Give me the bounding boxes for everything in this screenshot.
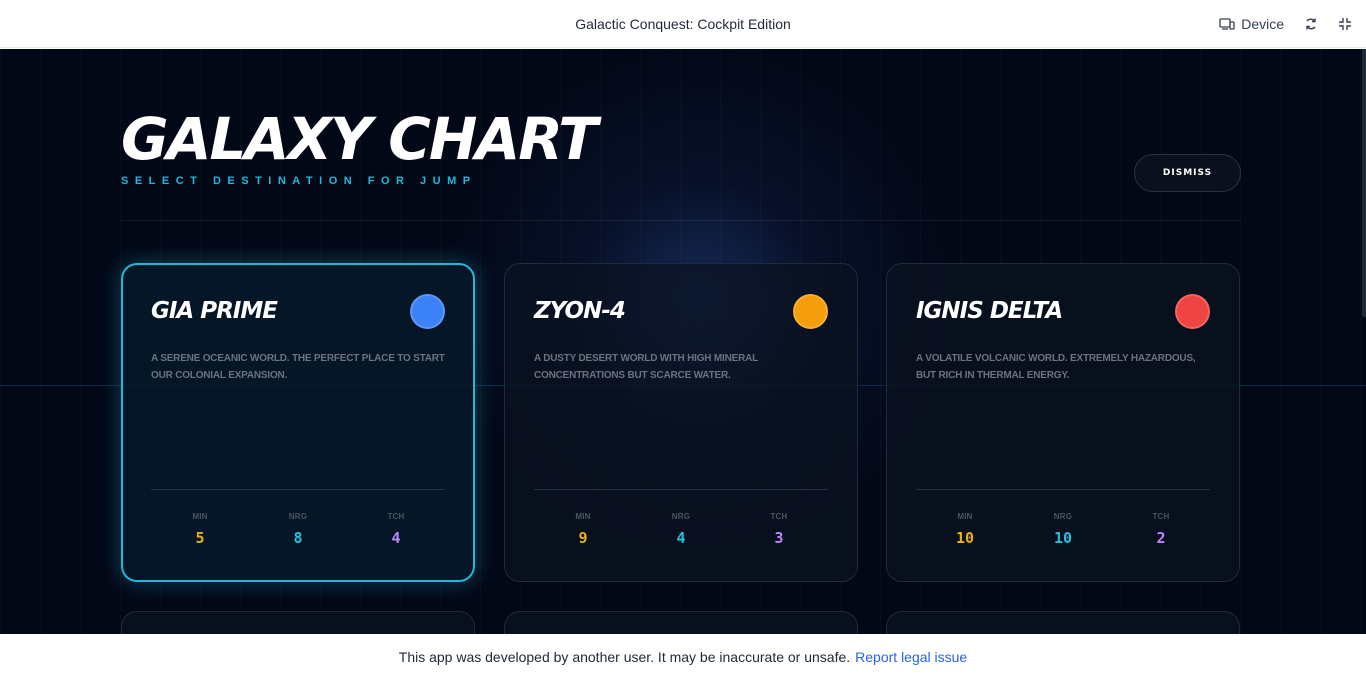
stat-tch-value: 2 <box>1156 529 1166 547</box>
stat-tch-value: 4 <box>391 529 401 547</box>
stat-tch-value: 3 <box>774 529 784 547</box>
planet-card-zyon-4[interactable]: ZYON-4 A DUSTY DESERT WORLD WITH HIGH MI… <box>504 263 858 582</box>
planet-description: A DUSTY DESERT WORLD WITH HIGH MINERAL C… <box>534 353 758 381</box>
stat-min: MIN 5 <box>151 512 249 547</box>
stat-min: MIN 10 <box>916 512 1014 547</box>
planet-orb-icon <box>410 294 445 329</box>
card-divider <box>916 489 1210 490</box>
planet-description: A SERENE OCEANIC WORLD. THE PERFECT PLAC… <box>151 353 445 381</box>
stat-min-value: 5 <box>195 529 205 547</box>
stat-min-value: 9 <box>578 529 588 547</box>
stat-nrg-value: 10 <box>1053 529 1073 547</box>
galaxy-stage: GALAXY CHART SELECT DESTINATION FOR JUMP… <box>0 49 1366 634</box>
planet-stats: MIN 9 NRG 4 TCH 3 <box>534 512 828 547</box>
planet-card-peek[interactable] <box>504 611 858 634</box>
dismiss-button[interactable]: DISMISS <box>1134 154 1241 192</box>
page-title: GALAXY CHART <box>121 105 598 173</box>
stat-tch-label: TCH <box>1152 512 1170 521</box>
scrollbar[interactable] <box>1362 49 1366 317</box>
stat-tch: TCH 2 <box>1112 512 1210 547</box>
stat-min-label: MIN <box>957 512 973 521</box>
app-top-bar: Galactic Conquest: Cockpit Edition Devic… <box>0 0 1366 48</box>
planet-name: IGNIS DELTA <box>916 298 1063 324</box>
card-divider <box>151 489 445 490</box>
app-title: Galactic Conquest: Cockpit Edition <box>575 15 791 32</box>
planet-stats: MIN 10 NRG 10 TCH 2 <box>916 512 1210 547</box>
page-subtitle: SELECT DESTINATION FOR JUMP <box>121 175 477 187</box>
footer-notice-text: This app was developed by another user. … <box>398 648 851 665</box>
galaxy-header: GALAXY CHART SELECT DESTINATION FOR JUMP… <box>121 109 1241 221</box>
planet-name: ZYON-4 <box>534 298 626 324</box>
planet-card-peek[interactable] <box>886 611 1240 634</box>
stat-nrg-label: NRG <box>1053 512 1073 521</box>
stat-nrg-value: 4 <box>676 529 686 547</box>
device-label: Device <box>1241 16 1284 32</box>
device-icon <box>1219 17 1235 31</box>
stat-nrg: NRG 4 <box>632 512 730 547</box>
stat-nrg: NRG 8 <box>249 512 347 547</box>
device-button[interactable]: Device <box>1219 16 1284 32</box>
planet-card-ignis-delta[interactable]: IGNIS DELTA A VOLATILE VOLCANIC WORLD. E… <box>886 263 1240 582</box>
planet-orb-icon <box>793 294 828 329</box>
stat-nrg-label: NRG <box>671 512 691 521</box>
stat-tch-label: TCH <box>387 512 405 521</box>
refresh-icon[interactable] <box>1304 17 1318 31</box>
stat-min-value: 10 <box>955 529 975 547</box>
planet-card-gia-prime[interactable]: GIA PRIME A SERENE OCEANIC WORLD. THE PE… <box>121 263 475 582</box>
stat-min: MIN 9 <box>534 512 632 547</box>
stat-nrg: NRG 10 <box>1014 512 1112 547</box>
planet-name: GIA PRIME <box>151 298 278 324</box>
stat-tch: TCH 4 <box>347 512 445 547</box>
stat-nrg-value: 8 <box>293 529 303 547</box>
top-bar-actions: Device <box>1219 0 1352 48</box>
footer-notice: This app was developed by another user. … <box>0 634 1366 679</box>
stat-nrg-label: NRG <box>288 512 308 521</box>
planet-orb-icon <box>1175 294 1210 329</box>
report-legal-issue-link[interactable]: Report legal issue <box>855 649 967 665</box>
planet-card-peek[interactable] <box>121 611 475 634</box>
stat-tch: TCH 3 <box>730 512 828 547</box>
fullscreen-icon[interactable] <box>1338 17 1352 31</box>
stat-min-label: MIN <box>575 512 591 521</box>
planet-description: A VOLATILE VOLCANIC WORLD. EXTREMELY HAZ… <box>916 353 1196 381</box>
stat-tch-label: TCH <box>770 512 788 521</box>
card-divider <box>534 489 828 490</box>
planet-stats: MIN 5 NRG 8 TCH 4 <box>151 512 445 547</box>
stat-min-label: MIN <box>192 512 208 521</box>
